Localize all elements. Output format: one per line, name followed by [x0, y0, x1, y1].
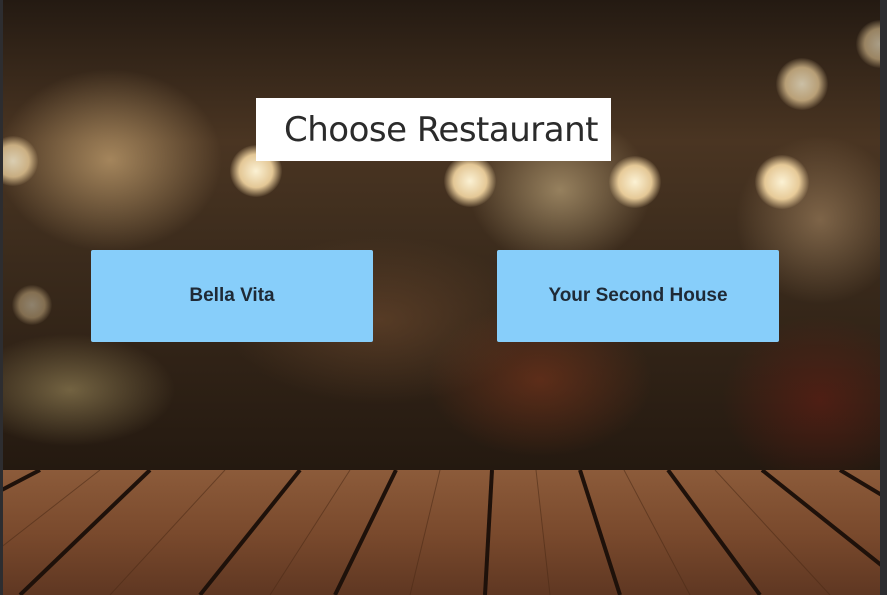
page-title-box: Choose Restaurant [256, 98, 611, 161]
blurred-bar-background [0, 0, 887, 470]
page-title: Choose Restaurant [284, 109, 598, 150]
bokeh-light [0, 136, 38, 186]
wood-planks [0, 470, 887, 595]
bokeh-light [755, 155, 809, 209]
bokeh-light [444, 155, 496, 207]
restaurant-button-your-second-house[interactable]: Your Second House [497, 250, 779, 342]
bokeh-light [609, 156, 661, 208]
restaurant-button-bella-vita[interactable]: Bella Vita [91, 250, 373, 342]
window-right-edge [880, 0, 887, 595]
wooden-table-surface [0, 470, 887, 595]
bokeh-light [12, 285, 52, 325]
app-window: Choose Restaurant Bella Vita Your Second… [0, 0, 887, 595]
bokeh-light [776, 58, 828, 110]
window-left-edge [0, 0, 3, 595]
